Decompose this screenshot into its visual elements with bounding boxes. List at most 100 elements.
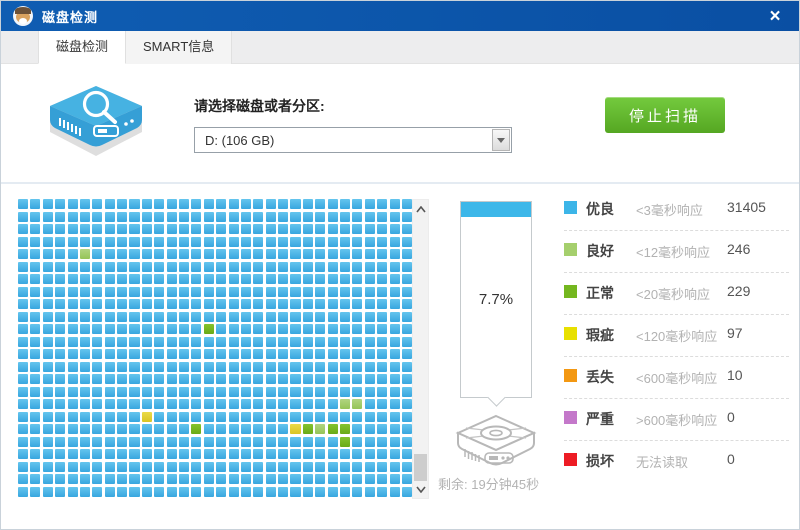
grid-cell (265, 361, 276, 372)
grid-cell (253, 449, 264, 460)
grid-cell (104, 249, 115, 260)
grid-cell (79, 411, 90, 422)
grid-cell (18, 299, 29, 310)
grid-cell (302, 424, 313, 435)
grid-cell (42, 411, 53, 422)
grid-cell (401, 249, 412, 260)
tab-smart-info[interactable]: SMART信息 (126, 31, 233, 64)
grid-cell (216, 249, 227, 260)
grid-cell (364, 261, 375, 272)
close-icon[interactable]: × (763, 7, 787, 26)
grid-cell (228, 461, 239, 472)
grid-cell (240, 474, 251, 485)
grid-cell (228, 474, 239, 485)
stop-scan-button[interactable]: 停止扫描 (605, 97, 725, 133)
grid-cell (55, 211, 66, 222)
grid-cell (129, 449, 140, 460)
grid-cell (166, 249, 177, 260)
grid-cell (154, 261, 165, 272)
grid-cell (352, 299, 363, 310)
grid-cell (92, 286, 103, 297)
grid-cell (228, 449, 239, 460)
grid-cell (166, 211, 177, 222)
dropdown-arrow-button[interactable] (492, 129, 510, 151)
grid-cell (67, 199, 78, 210)
grid-cell (315, 386, 326, 397)
grid-cell (104, 349, 115, 360)
grid-cell (191, 261, 202, 272)
grid-cell (18, 424, 29, 435)
dropdown-value: D: (106 GB) (205, 132, 275, 148)
scroll-down-button[interactable] (413, 481, 428, 497)
grid-cell (92, 299, 103, 310)
grid-cell (228, 336, 239, 347)
grid-cell (352, 474, 363, 485)
grid-cell (315, 211, 326, 222)
grid-cell (18, 386, 29, 397)
grid-cell (401, 211, 412, 222)
scroll-thumb[interactable] (414, 454, 427, 481)
grid-scrollbar[interactable] (412, 199, 429, 499)
grid-cell (141, 336, 152, 347)
grid-cell (18, 449, 29, 460)
legend-label: 严重 (586, 411, 614, 427)
grid-cell (104, 461, 115, 472)
grid-cell (141, 424, 152, 435)
tabbar: 磁盘检测 SMART信息 (1, 31, 799, 64)
tab-disk-check[interactable]: 磁盘检测 (38, 31, 127, 64)
grid-cell (364, 224, 375, 235)
grid-cell (154, 374, 165, 385)
grid-cell (18, 486, 29, 497)
grid-cell (92, 424, 103, 435)
grid-cell (104, 436, 115, 447)
grid-cell (389, 424, 400, 435)
grid-cell (18, 349, 29, 360)
grid-cell (191, 224, 202, 235)
grid-cell (377, 399, 388, 410)
grid-cell (42, 311, 53, 322)
grid-cell (216, 299, 227, 310)
grid-cell (55, 299, 66, 310)
grid-cell (117, 461, 128, 472)
grid-cell (377, 386, 388, 397)
grid-cell (67, 411, 78, 422)
disk-outline-icon (455, 414, 537, 466)
grid-cell (18, 411, 29, 422)
grid-cell (42, 336, 53, 347)
grid-cell (302, 199, 313, 210)
grid-cell (42, 299, 53, 310)
disk-select-dropdown[interactable]: D: (106 GB) (194, 127, 512, 153)
grid-cell (92, 199, 103, 210)
grid-cell (401, 311, 412, 322)
grid-cell (216, 324, 227, 335)
grid-cell (290, 411, 301, 422)
grid-cell (216, 311, 227, 322)
grid-cell (79, 211, 90, 222)
grid-cell (141, 324, 152, 335)
legend-row: 丢失 <600毫秒响应 10 (564, 365, 791, 407)
grid-cell (389, 299, 400, 310)
grid-cell (166, 424, 177, 435)
grid-cell (364, 411, 375, 422)
grid-cell (42, 324, 53, 335)
grid-cell (228, 436, 239, 447)
grid-cell (166, 386, 177, 397)
grid-cell (339, 399, 351, 410)
grid-cell (364, 236, 375, 247)
scroll-up-button[interactable] (413, 201, 428, 217)
grid-cell (141, 411, 152, 422)
grid-cell (117, 274, 128, 285)
grid-cell (240, 436, 251, 447)
grid-cell (117, 449, 128, 460)
grid-cell (117, 311, 128, 322)
grid-cell (216, 261, 227, 272)
legend-desc: <20毫秒响应 (636, 287, 711, 302)
grid-cell (117, 436, 128, 447)
grid-cell (278, 374, 289, 385)
grid-cell (55, 411, 66, 422)
grid-cell (178, 211, 190, 222)
grid-cell (327, 311, 338, 322)
grid-cell (191, 374, 202, 385)
grid-cell (18, 249, 29, 260)
grid-cell (79, 436, 90, 447)
